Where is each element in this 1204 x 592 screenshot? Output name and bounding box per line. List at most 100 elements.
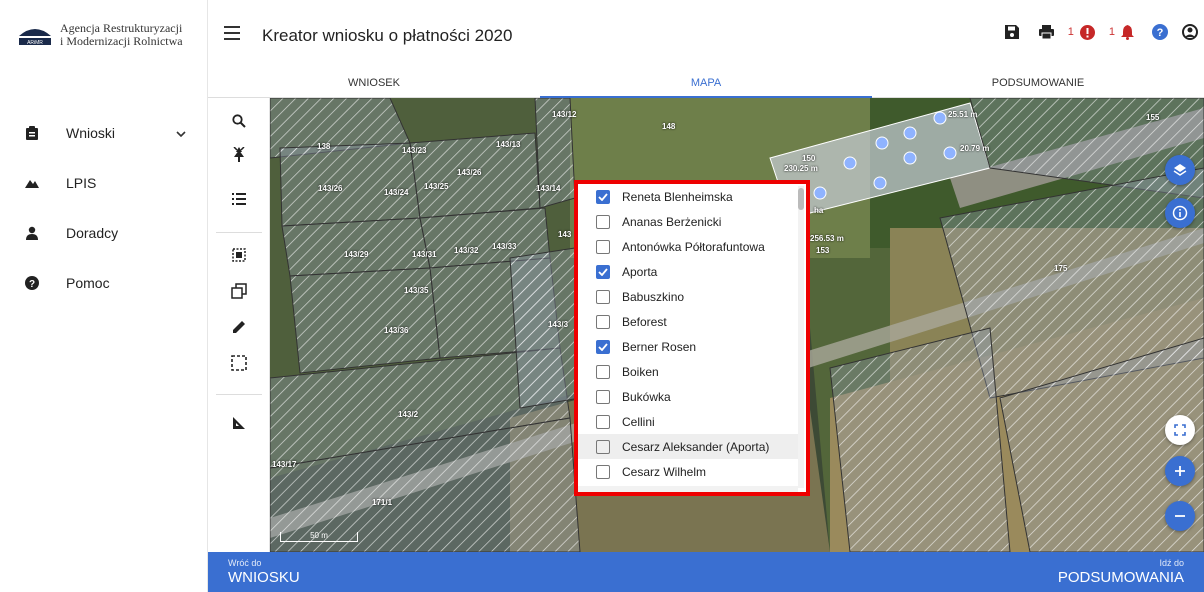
layers-pick-tool[interactable]: [208, 138, 270, 172]
checkbox-checked-icon[interactable]: [596, 339, 610, 354]
save-button[interactable]: [1004, 25, 1019, 39]
parcel-label: 143/12: [552, 110, 577, 119]
bell-icon: [1121, 24, 1134, 40]
logo-text: Agencja Restrukturyzacji i Modernizacji …: [60, 22, 183, 48]
measurement-label: ha: [814, 206, 824, 215]
parcel-label: 155: [1146, 113, 1160, 122]
info-button[interactable]: [1165, 198, 1195, 228]
variety-option[interactable]: Ananas Berżenicki: [578, 209, 798, 234]
checkbox-icon[interactable]: [596, 389, 610, 404]
parcel-label: 143/36: [384, 326, 409, 335]
checkbox-icon[interactable]: [596, 214, 610, 229]
parcel-label: 143/3: [548, 320, 569, 329]
parcel-label: 143/33: [492, 242, 517, 251]
zoom-out-button[interactable]: [1165, 501, 1195, 531]
dropdown-horizontal-scrollbar[interactable]: [578, 486, 798, 492]
variety-option-label: Cesarz Aleksander (Aporta): [622, 439, 770, 454]
zoom-in-button[interactable]: [1165, 456, 1195, 486]
errors-button[interactable]: 1: [1068, 24, 1095, 40]
sidebar-item-label: Wnioski: [66, 125, 116, 141]
measure-tool[interactable]: [208, 406, 270, 440]
area-select-tool[interactable]: [208, 346, 270, 380]
variety-option-label: Aporta: [622, 264, 658, 279]
tab-wniosek[interactable]: WNIOSEK: [208, 72, 540, 97]
menu-icon[interactable]: [224, 26, 240, 40]
parcel-label: 143/32: [454, 246, 479, 255]
legend-tool[interactable]: [208, 182, 270, 216]
variety-option[interactable]: Bukówka: [578, 384, 798, 409]
chevron-down-icon[interactable]: [176, 126, 186, 140]
checkbox-icon[interactable]: [596, 464, 610, 479]
parcel-label: 143/14: [536, 184, 561, 193]
variety-option[interactable]: Beforest: [578, 309, 798, 334]
variety-option[interactable]: Antonówka Półtorafuntowa: [578, 234, 798, 259]
checkbox-checked-icon[interactable]: [596, 189, 610, 204]
account-button[interactable]: [1182, 24, 1198, 40]
copy-tool[interactable]: [208, 274, 270, 308]
parcel-label: 143/26: [457, 168, 482, 177]
fullscreen-icon: [1174, 424, 1186, 436]
help-icon: ?: [1152, 24, 1168, 40]
variety-option[interactable]: Berner Rosen: [578, 334, 798, 359]
parcel-label: 138: [317, 142, 331, 151]
search-tool[interactable]: [208, 104, 270, 138]
dropdown-scrollbar[interactable]: [798, 186, 804, 488]
sidebar-item-doradcy[interactable]: Doradcy: [0, 208, 208, 258]
checkbox-icon[interactable]: [596, 439, 610, 454]
alert-circle-icon: [1079, 24, 1095, 40]
scrollbar-thumb[interactable]: [798, 188, 804, 210]
sidebar-item-lpis[interactable]: LPIS: [0, 158, 208, 208]
variety-option[interactable]: Reneta Blenheimska: [578, 184, 798, 209]
tab-mapa[interactable]: MAPA: [540, 72, 872, 98]
sidebar-item-pomoc[interactable]: ? Pomoc: [0, 258, 208, 308]
help-circle-icon: ?: [24, 275, 40, 291]
checkbox-icon[interactable]: [596, 289, 610, 304]
parcel-label: 143: [558, 230, 572, 239]
sidebar-nav: Wnioski LPIS Doradcy ? Pomoc: [0, 108, 208, 308]
tab-podsumowanie[interactable]: PODSUMOWANIE: [872, 72, 1204, 97]
top-header: Kreator wniosku o płatności 2020 1 1 ?: [208, 0, 1204, 72]
variety-option-label: Cesarz Wilhelm: [622, 464, 707, 479]
sidebar-item-label: Doradcy: [66, 225, 119, 241]
checkbox-checked-icon[interactable]: [596, 264, 610, 279]
go-to-summary-button[interactable]: Idź do PODSUMOWANIA: [1058, 558, 1184, 586]
svg-text:?: ?: [29, 279, 35, 290]
logo-mark-text: ARiMR: [27, 40, 43, 46]
parcel-label: 143/26: [318, 184, 343, 193]
agency-logo[interactable]: ARiMR Agencja Restrukturyzacji i Moderni…: [18, 22, 183, 48]
checkbox-icon[interactable]: [596, 239, 610, 254]
variety-list: Reneta Blenheimska Ananas Berżenicki Ant…: [578, 184, 798, 490]
plus-icon: [1175, 466, 1185, 476]
fullscreen-button[interactable]: [1165, 415, 1195, 445]
list-icon: [232, 193, 246, 205]
select-area-tool[interactable]: [208, 238, 270, 272]
back-to-wniosek-button[interactable]: Wróć do WNIOSKU: [228, 558, 300, 586]
variety-option[interactable]: Boiken: [578, 359, 798, 384]
variety-option[interactable]: Babuszkino: [578, 284, 798, 309]
variety-option-label: Cellini: [622, 414, 655, 429]
checkbox-icon[interactable]: [596, 364, 610, 379]
variety-dropdown[interactable]: Reneta Blenheimska Ananas Berżenicki Ant…: [574, 180, 810, 496]
layers-button[interactable]: [1165, 155, 1195, 185]
variety-option[interactable]: Cesarz Wilhelm: [578, 459, 798, 484]
variety-option[interactable]: Aporta: [578, 259, 798, 284]
layers-icon: [1173, 164, 1187, 176]
help-button[interactable]: ?: [1152, 24, 1168, 40]
checkbox-icon[interactable]: [596, 414, 610, 429]
variety-option[interactable]: Cellini: [578, 409, 798, 434]
parcel-label: 148: [662, 122, 676, 131]
notifications-button[interactable]: 1: [1109, 24, 1134, 40]
print-button[interactable]: [1038, 25, 1054, 39]
parcel-label: 143/25: [424, 182, 449, 191]
search-icon: [232, 114, 246, 128]
logo-mark-icon: ARiMR: [18, 22, 52, 46]
measurement-label: 25.51 m: [948, 110, 978, 119]
sidebar-item-wnioski[interactable]: Wnioski: [0, 108, 208, 158]
variety-option-label: Antonówka Półtorafuntowa: [622, 239, 765, 254]
variety-option[interactable]: Cesarz Aleksander (Aporta): [578, 434, 798, 459]
account-circle-icon: [1182, 24, 1198, 40]
measurement-label: 20.79 m: [960, 144, 990, 153]
checkbox-icon[interactable]: [596, 314, 610, 329]
map-scale-bar: 50 m: [280, 532, 358, 542]
draw-tool[interactable]: [208, 310, 270, 344]
